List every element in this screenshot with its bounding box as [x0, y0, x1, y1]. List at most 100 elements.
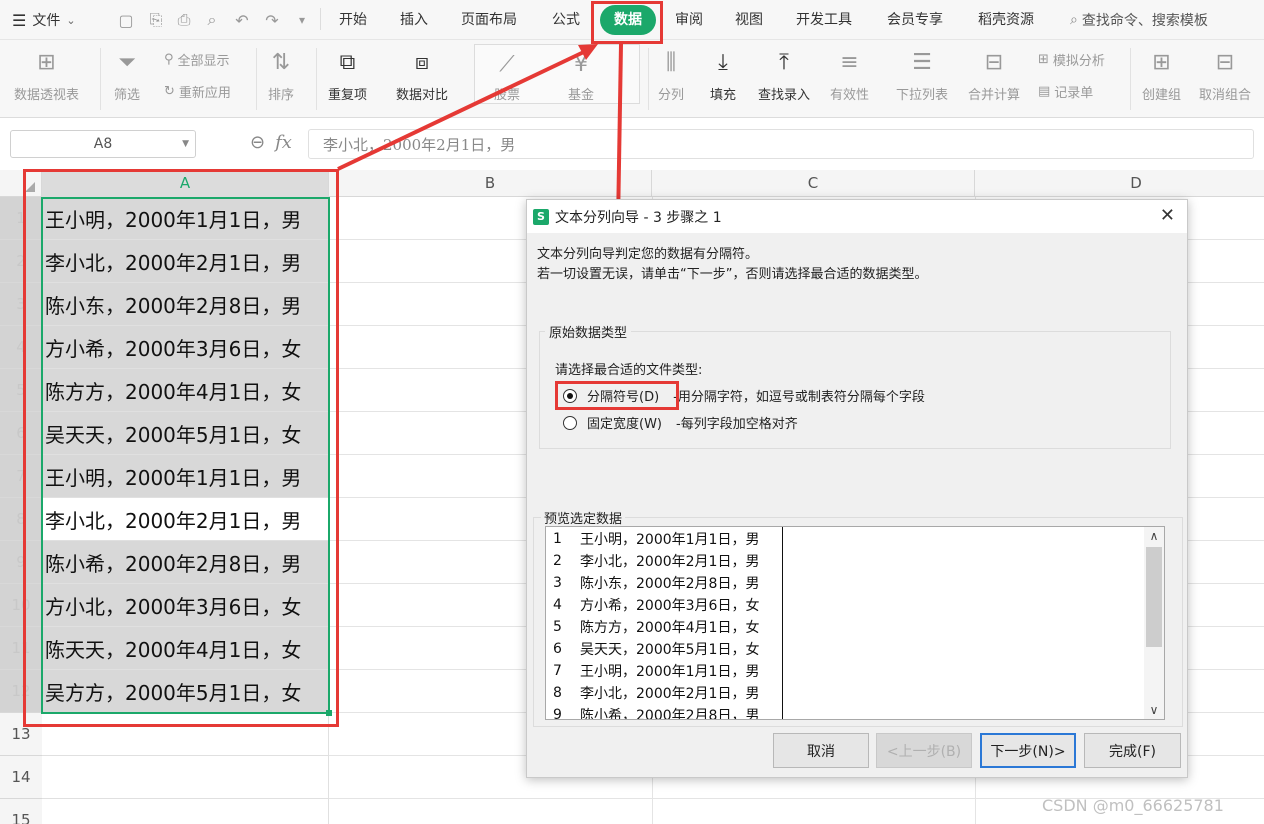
- save-icon[interactable]: ▢: [114, 8, 138, 32]
- command-search-label: 查找命令、搜索模板: [1081, 13, 1208, 29]
- zoom-icon[interactable]: ⊖: [250, 132, 265, 153]
- fill-button[interactable]: ⤓ 填充: [708, 46, 738, 104]
- preview-row-text: 王小明，2000年1月1日，男: [580, 664, 760, 680]
- tab-view[interactable]: 视图: [735, 10, 763, 30]
- preview-row-number: 9: [553, 707, 562, 720]
- filter-button[interactable]: ⏷ 筛选: [112, 46, 142, 104]
- fund-label: 基金: [567, 88, 594, 103]
- name-box[interactable]: A8 ▼: [10, 130, 196, 158]
- preview-title: 预览选定数据: [541, 508, 626, 527]
- split-column-button[interactable]: ⫼ 分列: [656, 46, 686, 104]
- validity-button[interactable]: ≡ 有效性: [830, 46, 869, 104]
- hamburger-icon: ☰: [12, 10, 27, 30]
- stock-chart-icon: ⟋: [499, 51, 515, 77]
- consolidate-button[interactable]: ⊟ 合并计算: [968, 46, 1021, 104]
- cancel-button[interactable]: 取消: [773, 733, 869, 768]
- ungroup-button[interactable]: ⊟ 取消组合: [1199, 46, 1252, 104]
- show-all-label: 全部显示: [177, 54, 230, 69]
- preview-row: 8 李小北，2000年2月1日，男: [546, 682, 759, 704]
- preview-row-number: 5: [553, 619, 562, 635]
- dropdown-list-button[interactable]: ☰ 下拉列表: [896, 46, 948, 104]
- radio-fixed-width[interactable]: [563, 415, 577, 430]
- record-form-button[interactable]: ▤ 记录单: [1038, 82, 1093, 101]
- what-if-button[interactable]: ⊞ 模拟分析: [1038, 50, 1105, 69]
- create-group-label: 创建组: [1142, 88, 1182, 103]
- dialog-description-2: 若一切设置无误，请单击“下一步”，否则请选择最合适的数据类型。: [537, 267, 928, 282]
- split-column-icon: ⫼: [665, 49, 677, 75]
- fx-icon[interactable]: fx: [275, 132, 292, 153]
- preview-row: 5 陈方方，2000年4月1日，女: [546, 616, 759, 638]
- filter-icon: ⏷: [118, 49, 136, 75]
- tab-member[interactable]: 会员专享: [887, 10, 943, 30]
- cell-a[interactable]: [42, 756, 329, 799]
- tab-review[interactable]: 审阅: [675, 10, 703, 30]
- tab-insert[interactable]: 插入: [400, 10, 428, 30]
- more-icon[interactable]: ▾: [290, 8, 314, 32]
- pivot-table-icon: ⊞: [37, 49, 56, 75]
- preview-row-number: 2: [553, 553, 562, 569]
- undo-icon[interactable]: ↶: [230, 8, 254, 32]
- stock-button[interactable]: ⟋ 股票: [492, 48, 522, 104]
- column-header-b[interactable]: B: [329, 170, 652, 197]
- stock-label: 股票: [493, 88, 520, 103]
- chevron-down-icon: ⌄: [66, 13, 76, 27]
- preview-row: 6 吴天天，2000年5月1日，女: [546, 638, 759, 660]
- text-to-columns-dialog: S 文本分列向导 - 3 步骤之 1 ✕ 文本分列向导判定您的数据有分隔符。 若…: [526, 199, 1188, 778]
- show-all-button[interactable]: ⚲ 全部显示: [164, 50, 230, 69]
- previous-step-button[interactable]: <上一步(B): [876, 733, 972, 768]
- reapply-button[interactable]: ↻ 重新应用: [164, 82, 231, 101]
- column-header-d[interactable]: D: [975, 170, 1264, 197]
- cell-a[interactable]: [42, 799, 329, 824]
- formula-input[interactable]: 李小北，2000年2月1日，男: [308, 129, 1254, 159]
- next-step-button[interactable]: 下一步(N)>: [980, 733, 1076, 768]
- data-compare-icon: ⧈: [415, 49, 429, 75]
- consolidate-label: 合并计算: [968, 88, 1021, 103]
- fill-label: 填充: [709, 88, 736, 103]
- create-group-button[interactable]: ⊞ 创建组: [1142, 46, 1182, 104]
- data-compare-button[interactable]: ⧈ 数据对比: [396, 46, 448, 104]
- scroll-up-icon[interactable]: ∧: [1144, 527, 1164, 545]
- lookup-entry-button[interactable]: ⤒ 查找录入: [758, 46, 810, 104]
- what-if-label: 模拟分析: [1052, 54, 1105, 69]
- tab-docer[interactable]: 稻壳资源: [978, 10, 1034, 30]
- tab-home[interactable]: 开始: [339, 10, 367, 30]
- close-icon[interactable]: ✕: [1160, 205, 1175, 226]
- row-header[interactable]: 15: [0, 799, 42, 824]
- scroll-down-icon[interactable]: ∨: [1144, 701, 1164, 719]
- tab-developer[interactable]: 开发工具: [796, 10, 852, 30]
- option-fixed-width[interactable]: 固定宽度(W) -每列字段加空格对齐: [563, 413, 798, 432]
- pivot-table-button[interactable]: ⊞ 数据透视表: [14, 46, 80, 104]
- preview-row-number: 1: [553, 531, 562, 547]
- scroll-thumb[interactable]: [1146, 547, 1162, 647]
- duplicates-button[interactable]: ⧉ 重复项: [328, 46, 367, 104]
- print-icon[interactable]: ⎙: [172, 8, 196, 32]
- data-type-group-title: 原始数据类型: [545, 322, 632, 341]
- file-menu[interactable]: ☰ 文件 ⌄: [12, 9, 76, 31]
- duplicates-icon: ⧉: [339, 49, 356, 75]
- sort-label: 排序: [267, 88, 294, 103]
- wps-logo-icon: S: [533, 208, 549, 225]
- preview-row: 9 陈小希，2000年2月8日，男: [546, 704, 760, 720]
- pivot-table-label: 数据透视表: [14, 88, 80, 103]
- formula-tools: ⊖ fx: [250, 132, 292, 153]
- ungroup-label: 取消组合: [1199, 88, 1252, 103]
- yen-icon: ¥: [574, 51, 588, 77]
- redo-icon[interactable]: ↷: [260, 8, 284, 32]
- tab-page-layout[interactable]: 页面布局: [461, 10, 517, 30]
- export-pdf-icon[interactable]: ⎘: [144, 8, 168, 32]
- preview-list[interactable]: 9 陈小希，2000年2月8日，男 8 李小北，2000年2月1日，男 7 王小明，200…: [545, 526, 1165, 720]
- preview-scrollbar[interactable]: ∧ ∨: [1144, 527, 1164, 719]
- create-group-icon: ⊞: [1152, 49, 1171, 75]
- tab-formula[interactable]: 公式: [552, 10, 580, 30]
- print-preview-icon[interactable]: ⌕: [200, 8, 224, 32]
- divider: [1130, 48, 1131, 110]
- column-header-c[interactable]: C: [652, 170, 975, 197]
- preview-row: 3 陈小东，2000年2月8日，男: [546, 572, 759, 594]
- command-search[interactable]: ⌕ 查找命令、搜索模板: [1070, 10, 1208, 30]
- finish-button[interactable]: 完成(F): [1084, 733, 1181, 768]
- fund-button[interactable]: ¥ 基金: [566, 48, 596, 104]
- preview-row-text: 方小希，2000年3月6日，女: [580, 598, 760, 614]
- row-header[interactable]: 14: [0, 756, 42, 799]
- preview-row-text: 陈小希，2000年2月8日，男: [580, 708, 760, 720]
- sort-button[interactable]: ⇅ 排序: [266, 46, 296, 104]
